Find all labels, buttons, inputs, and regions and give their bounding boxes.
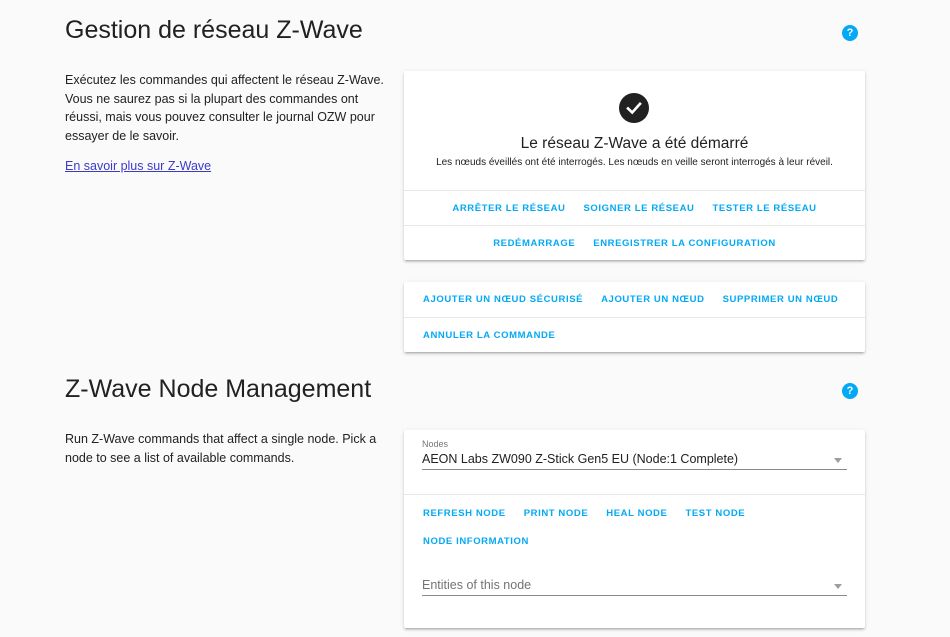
network-status-title: Le réseau Z-Wave a été démarré: [520, 135, 749, 152]
network-status-subtitle: Les nœuds éveillés ont été interrogés. L…: [436, 157, 833, 168]
node-information-button[interactable]: NODE INFORMATION: [414, 532, 538, 551]
entities-select[interactable]: Entities of this node: [422, 578, 847, 596]
stop-network-button[interactable]: ARRÊTER LE RÉSEAU: [443, 199, 574, 218]
learn-more-link[interactable]: En savoir plus sur Z-Wave: [65, 159, 211, 173]
chevron-down-icon[interactable]: [834, 584, 842, 589]
node-actions-card: AJOUTER UN NŒUD SÉCURISÉ AJOUTER UN NŒUD…: [404, 282, 865, 352]
add-node-button[interactable]: AJOUTER UN NŒUD: [592, 290, 713, 309]
network-section-title: Gestion de réseau Z-Wave: [65, 16, 363, 44]
entities-select-text: Entities of this node: [422, 578, 532, 592]
cancel-command-button[interactable]: ANNULER LA COMMANDE: [414, 326, 564, 345]
entities-select-placeholder[interactable]: Entities of this node: [422, 578, 847, 596]
node-commands-row-1: REFRESH NODE PRINT NODE HEAL NODE TEST N…: [404, 497, 865, 529]
node-help-icon[interactable]: ?: [842, 383, 858, 399]
node-intro-text: Run Z-Wave commands that affect a single…: [65, 432, 377, 465]
node-section-title: Z-Wave Node Management: [65, 375, 372, 403]
node-commands-row-2: NODE INFORMATION: [404, 529, 865, 553]
node-actions-row-1: AJOUTER UN NŒUD SÉCURISÉ AJOUTER UN NŒUD…: [404, 282, 865, 317]
check-circle-icon: [619, 93, 649, 123]
print-node-button[interactable]: PRINT NODE: [515, 504, 598, 523]
add-secure-node-button[interactable]: AJOUTER UN NŒUD SÉCURISÉ: [414, 290, 592, 309]
node-divider: [404, 494, 865, 495]
node-actions-row-2: ANNULER LA COMMANDE: [404, 317, 865, 352]
network-actions-row-1: ARRÊTER LE RÉSEAU SOIGNER LE RÉSEAU TEST…: [404, 190, 865, 225]
test-network-button[interactable]: TESTER LE RÉSEAU: [704, 199, 826, 218]
nodes-select[interactable]: Nodes AEON Labs ZW090 Z-Stick Gen5 EU (N…: [422, 430, 847, 470]
network-actions-row-2: REDÉMARRAGE ENREGISTRER LA CONFIGURATION: [404, 225, 865, 260]
network-status-block: Le réseau Z-Wave a été démarré Les nœuds…: [404, 71, 865, 190]
test-node-button[interactable]: TEST NODE: [676, 504, 754, 523]
remove-node-button[interactable]: SUPPRIMER UN NŒUD: [714, 290, 848, 309]
network-status-card: Le réseau Z-Wave a été démarré Les nœuds…: [404, 71, 865, 260]
refresh-node-button[interactable]: REFRESH NODE: [414, 504, 515, 523]
nodes-select-value[interactable]: AEON Labs ZW090 Z-Stick Gen5 EU (Node:1 …: [422, 452, 847, 470]
nodes-select-label: Nodes: [422, 439, 449, 449]
save-config-button[interactable]: ENREGISTRER LA CONFIGURATION: [584, 234, 785, 253]
heal-node-button[interactable]: HEAL NODE: [597, 504, 676, 523]
network-intro-text: Exécutez les commandes qui affectent le …: [65, 73, 384, 143]
node-management-card: Nodes AEON Labs ZW090 Z-Stick Gen5 EU (N…: [404, 430, 865, 628]
chevron-down-icon[interactable]: [834, 458, 842, 463]
restart-button[interactable]: REDÉMARRAGE: [484, 234, 584, 253]
network-help-icon[interactable]: ?: [842, 25, 858, 41]
heal-network-button[interactable]: SOIGNER LE RÉSEAU: [575, 199, 704, 218]
nodes-select-text: AEON Labs ZW090 Z-Stick Gen5 EU (Node:1 …: [422, 452, 739, 466]
